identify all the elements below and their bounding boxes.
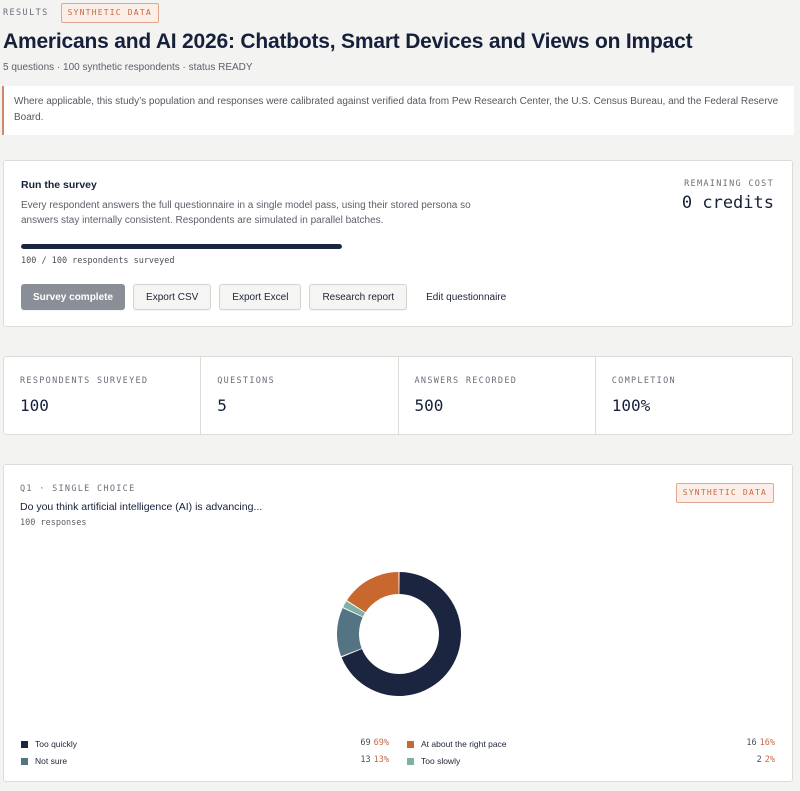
stats-card: RESPONDENTS SURVEYED 100 QUESTIONS 5 ANS… [3, 356, 793, 435]
legend-swatch [407, 740, 414, 748]
survey-progress-bar [21, 244, 342, 249]
legend-item-too-quickly: Too quickly [21, 738, 77, 750]
legend-item-too-slowly: Too slowly [407, 755, 460, 767]
calibration-notice: Where applicable, this study’s populatio… [2, 86, 794, 135]
export-excel-button[interactable]: Export Excel [219, 284, 302, 310]
legend-swatch [21, 757, 28, 765]
stat-value: 100 [20, 396, 49, 415]
survey-progress-text: 100 / 100 respondents surveyed [21, 256, 175, 266]
edit-questionnaire-button[interactable]: Edit questionnaire [415, 284, 517, 310]
stat-questions: QUESTIONS 5 [201, 357, 399, 434]
research-report-button[interactable]: Research report [309, 284, 408, 310]
run-actions: Survey complete Export CSV Export Excel … [21, 284, 517, 310]
legend-swatch [21, 740, 28, 748]
page-title: Americans and AI 2026: Chatbots, Smart D… [3, 30, 693, 53]
question-text: Do you think artificial intelligence (AI… [20, 501, 263, 513]
donut-slice-right-pace [346, 572, 399, 613]
legend-values-not-sure: 13 13% [360, 755, 389, 765]
results-eyebrow: RESULTS [3, 8, 49, 18]
results-header-row: RESULTS SYNTHETIC DATA [3, 3, 159, 23]
synthetic-data-badge: SYNTHETIC DATA [60, 3, 159, 23]
legend-percent: 2% [764, 755, 775, 765]
survey-complete-button[interactable]: Survey complete [21, 284, 126, 310]
legend-count: 69 [360, 738, 371, 748]
stat-completion: COMPLETION 100% [596, 357, 792, 434]
survey-progress-fill [21, 244, 342, 249]
stat-label: RESPONDENTS SURVEYED [20, 376, 149, 386]
legend-values-right-pace: 16 16% [746, 738, 775, 748]
run-survey-description: Every respondent answers the full questi… [21, 200, 471, 226]
question-type-label: Q1 · SINGLE CHOICE [20, 484, 136, 494]
donut-slice-not-sure [337, 608, 363, 657]
stat-respondents: RESPONDENTS SURVEYED 100 [4, 357, 202, 434]
legend-percent: 13% [373, 755, 389, 765]
run-survey-title: Run the survey [21, 179, 97, 191]
run-survey-card: Run the survey Every respondent answers … [3, 160, 793, 327]
stat-label: QUESTIONS [217, 376, 276, 386]
stat-value: 5 [217, 396, 227, 415]
legend-count: 13 [360, 755, 371, 765]
synthetic-data-badge: SYNTHETIC DATA [675, 483, 774, 503]
legend-percent: 16% [759, 738, 775, 748]
stat-answers: ANSWERS RECORDED 500 [399, 357, 596, 434]
legend-values-too-quickly: 69 69% [360, 738, 389, 748]
study-meta: 5 questions · 100 synthetic respondents … [3, 62, 253, 73]
legend-swatch [407, 757, 414, 765]
legend-count: 16 [746, 738, 757, 748]
response-count: 100 responses [20, 518, 87, 528]
stat-label: ANSWERS RECORDED [414, 376, 518, 386]
stat-label: COMPLETION [611, 376, 676, 386]
legend-label: Too quickly [35, 739, 78, 749]
stat-value: 100% [611, 396, 651, 415]
legend-label: At about the right pace [421, 739, 507, 749]
legend-item-not-sure: Not sure [21, 755, 67, 767]
legend-item-right-pace: At about the right pace [407, 738, 507, 750]
legend-label: Not sure [35, 756, 68, 766]
legend-values-too-slowly: 2 2% [757, 755, 775, 765]
remaining-cost-value: 0 credits [681, 193, 774, 213]
export-csv-button[interactable]: Export CSV [133, 284, 212, 310]
question-1-card: Q1 · SINGLE CHOICE Do you think artifici… [3, 464, 793, 782]
legend-count: 2 [756, 755, 762, 765]
legend-percent: 69% [373, 738, 389, 748]
donut-chart [337, 572, 461, 696]
legend-label: Too slowly [421, 756, 461, 766]
stat-value: 500 [414, 396, 444, 415]
remaining-cost-label: REMAINING COST [684, 179, 774, 189]
